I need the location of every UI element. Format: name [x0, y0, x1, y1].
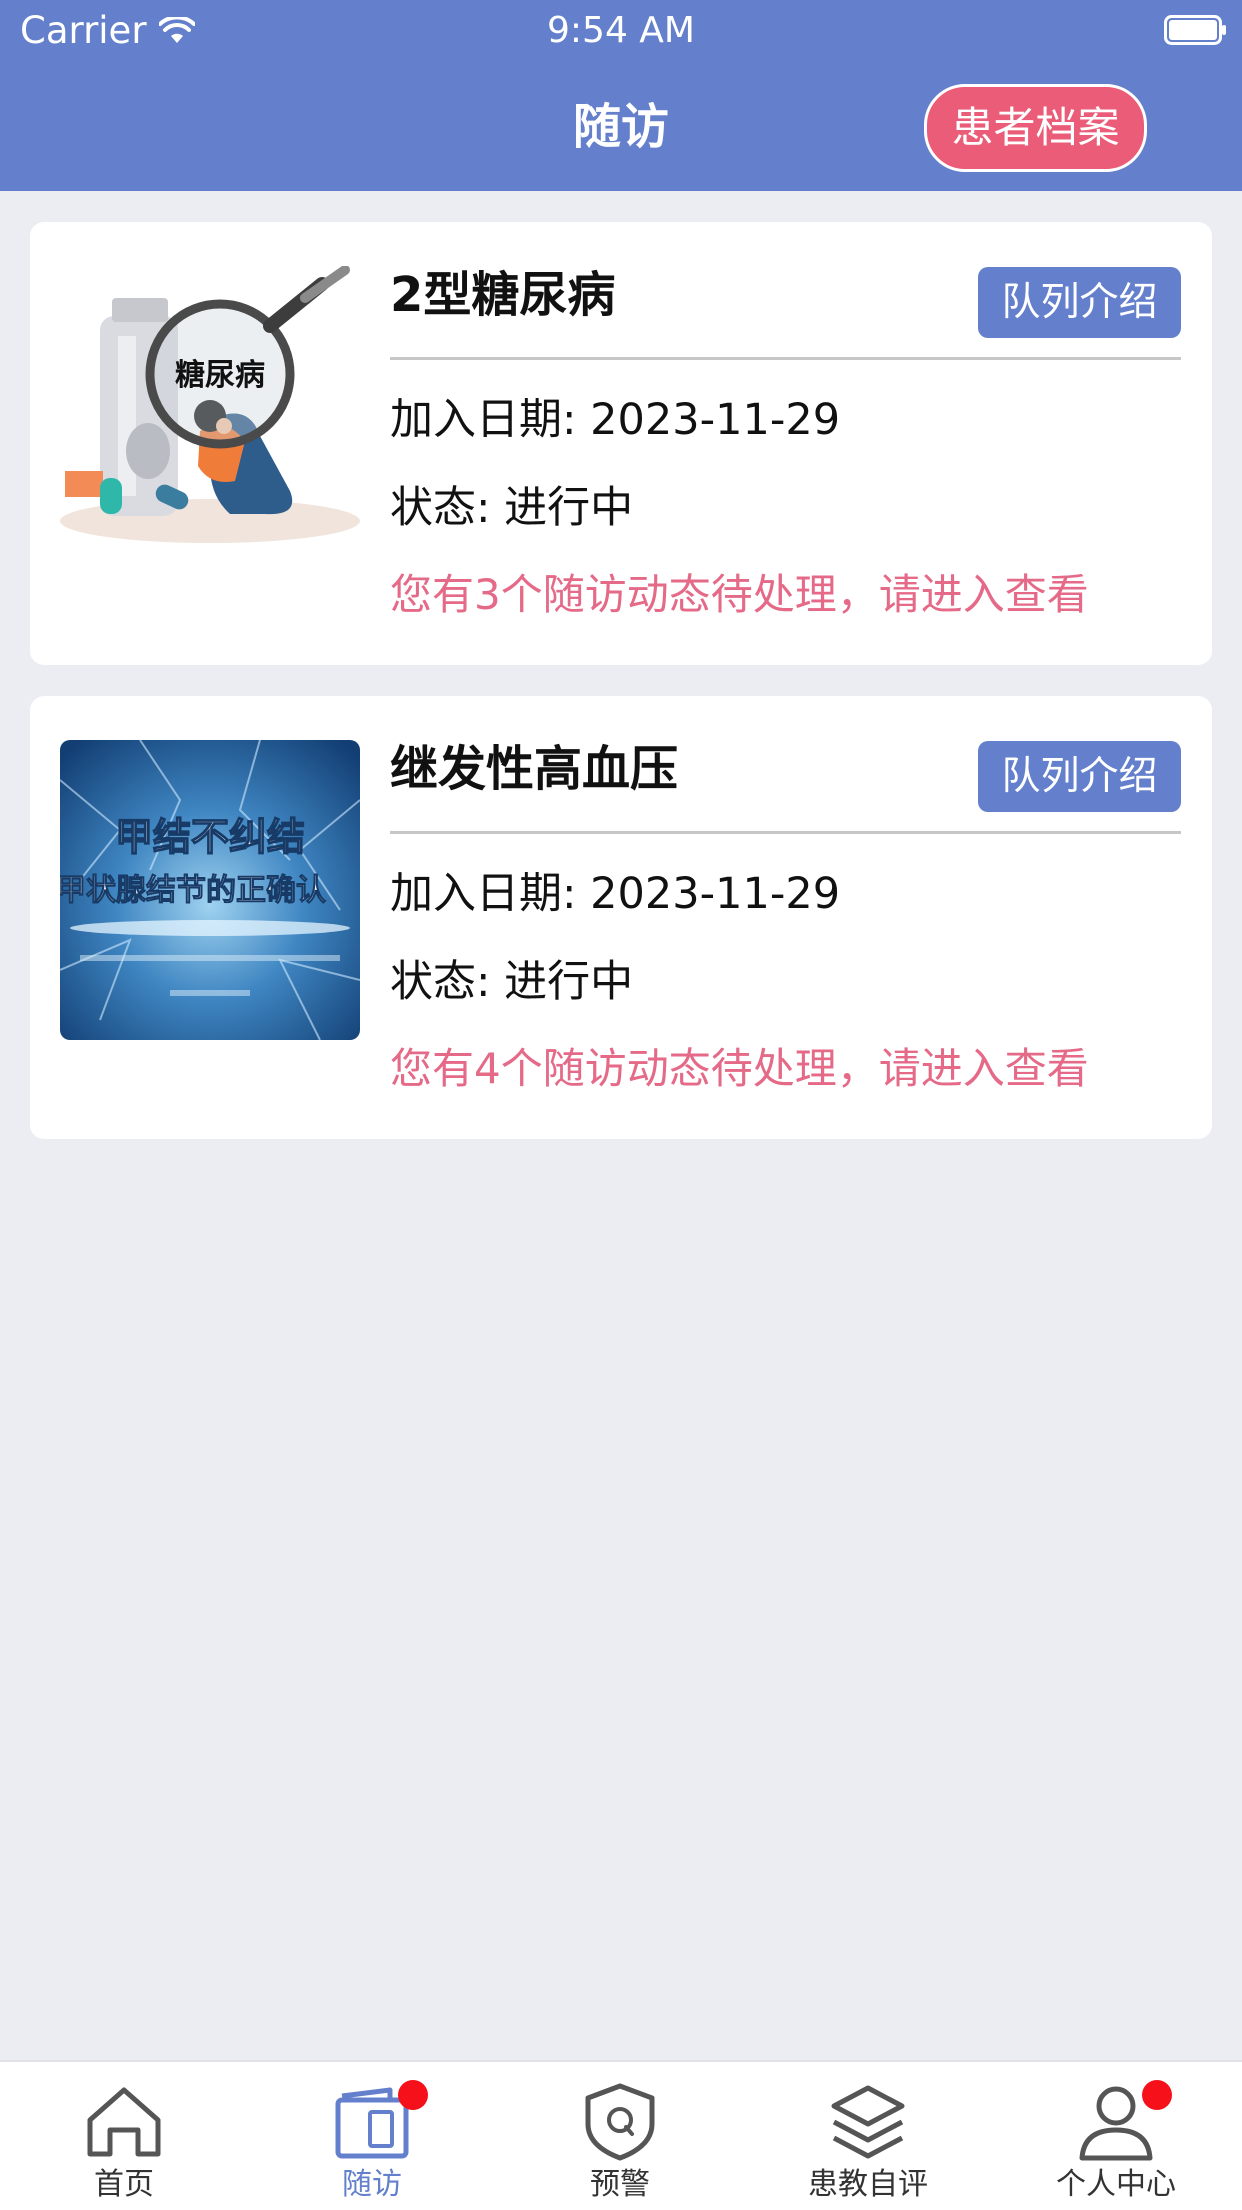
cohort-thumbnail: 糖尿病 — [60, 266, 360, 566]
tab-followup[interactable]: 随访 — [248, 2062, 496, 2210]
tab-label: 首页 — [94, 2167, 154, 2202]
tab-warning[interactable]: 预警 — [496, 2062, 744, 2210]
tab-label: 患教自评 — [808, 2167, 928, 2202]
join-date: 加入日期: 2023-11-29 — [390, 395, 841, 445]
thyroid-video-cover: 甲结不纠结 甲状腺结节的正确认 — [60, 740, 360, 1040]
diabetes-magnifier-illustration: 糖尿病 — [60, 266, 360, 566]
followup-alert-link[interactable]: 您有3个随访动态待处理，请进入查看 — [390, 567, 1089, 623]
tab-label: 预警 — [590, 2167, 650, 2202]
layers-icon — [831, 2085, 905, 2159]
tab-home[interactable]: 首页 — [0, 2062, 248, 2210]
cohort-intro-button[interactable]: 队列介绍 — [978, 741, 1181, 812]
card-divider — [390, 357, 1181, 360]
thumb-text: 甲结不纠结 — [115, 815, 305, 859]
patient-archive-button[interactable]: 患者档案 — [924, 84, 1147, 172]
notification-badge — [1142, 2080, 1172, 2110]
thumb-text: 糖尿病 — [175, 358, 265, 393]
tab-profile[interactable]: 个人中心 — [992, 2062, 1240, 2210]
join-date: 加入日期: 2023-11-29 — [390, 869, 841, 919]
cohort-status: 状态: 进行中 — [390, 483, 634, 533]
notification-badge — [398, 2080, 428, 2110]
cohort-thumbnail: 甲结不纠结 甲状腺结节的正确认 — [60, 740, 360, 1040]
home-icon — [87, 2087, 161, 2157]
cohort-title: 2型糖尿病 — [390, 267, 616, 323]
bottom-tab-bar: 首页 随访 预警 患教自评 个人中心 — [0, 2060, 1242, 2210]
shield-alert-icon — [585, 2083, 655, 2161]
followup-alert-link[interactable]: 您有4个随访动态待处理，请进入查看 — [390, 1041, 1089, 1097]
tab-education[interactable]: 患教自评 — [744, 2062, 992, 2210]
tab-label: 随访 — [342, 2167, 402, 2202]
card-divider — [390, 831, 1181, 834]
tab-label: 个人中心 — [1056, 2167, 1176, 2202]
thumb-subtitle: 甲状腺结节的正确认 — [60, 873, 326, 908]
cohort-card-hypertension[interactable]: 甲结不纠结 甲状腺结节的正确认 继发性高血压 队列介绍 加入日期: 2023-1… — [30, 696, 1212, 1139]
cohort-title: 继发性高血压 — [390, 741, 679, 797]
navigation-header: Carrier 9:54 AM 随访 患者档案 — [0, 0, 1242, 191]
battery-icon — [1164, 15, 1226, 45]
cohort-card-diabetes[interactable]: 糖尿病 2型糖尿病 队列介绍 加入日期: 2023-11-29 状态: 进行中 … — [30, 222, 1212, 665]
cohort-status: 状态: 进行中 — [390, 957, 634, 1007]
cohort-intro-button[interactable]: 队列介绍 — [978, 267, 1181, 338]
status-time: 9:54 AM — [547, 10, 695, 51]
